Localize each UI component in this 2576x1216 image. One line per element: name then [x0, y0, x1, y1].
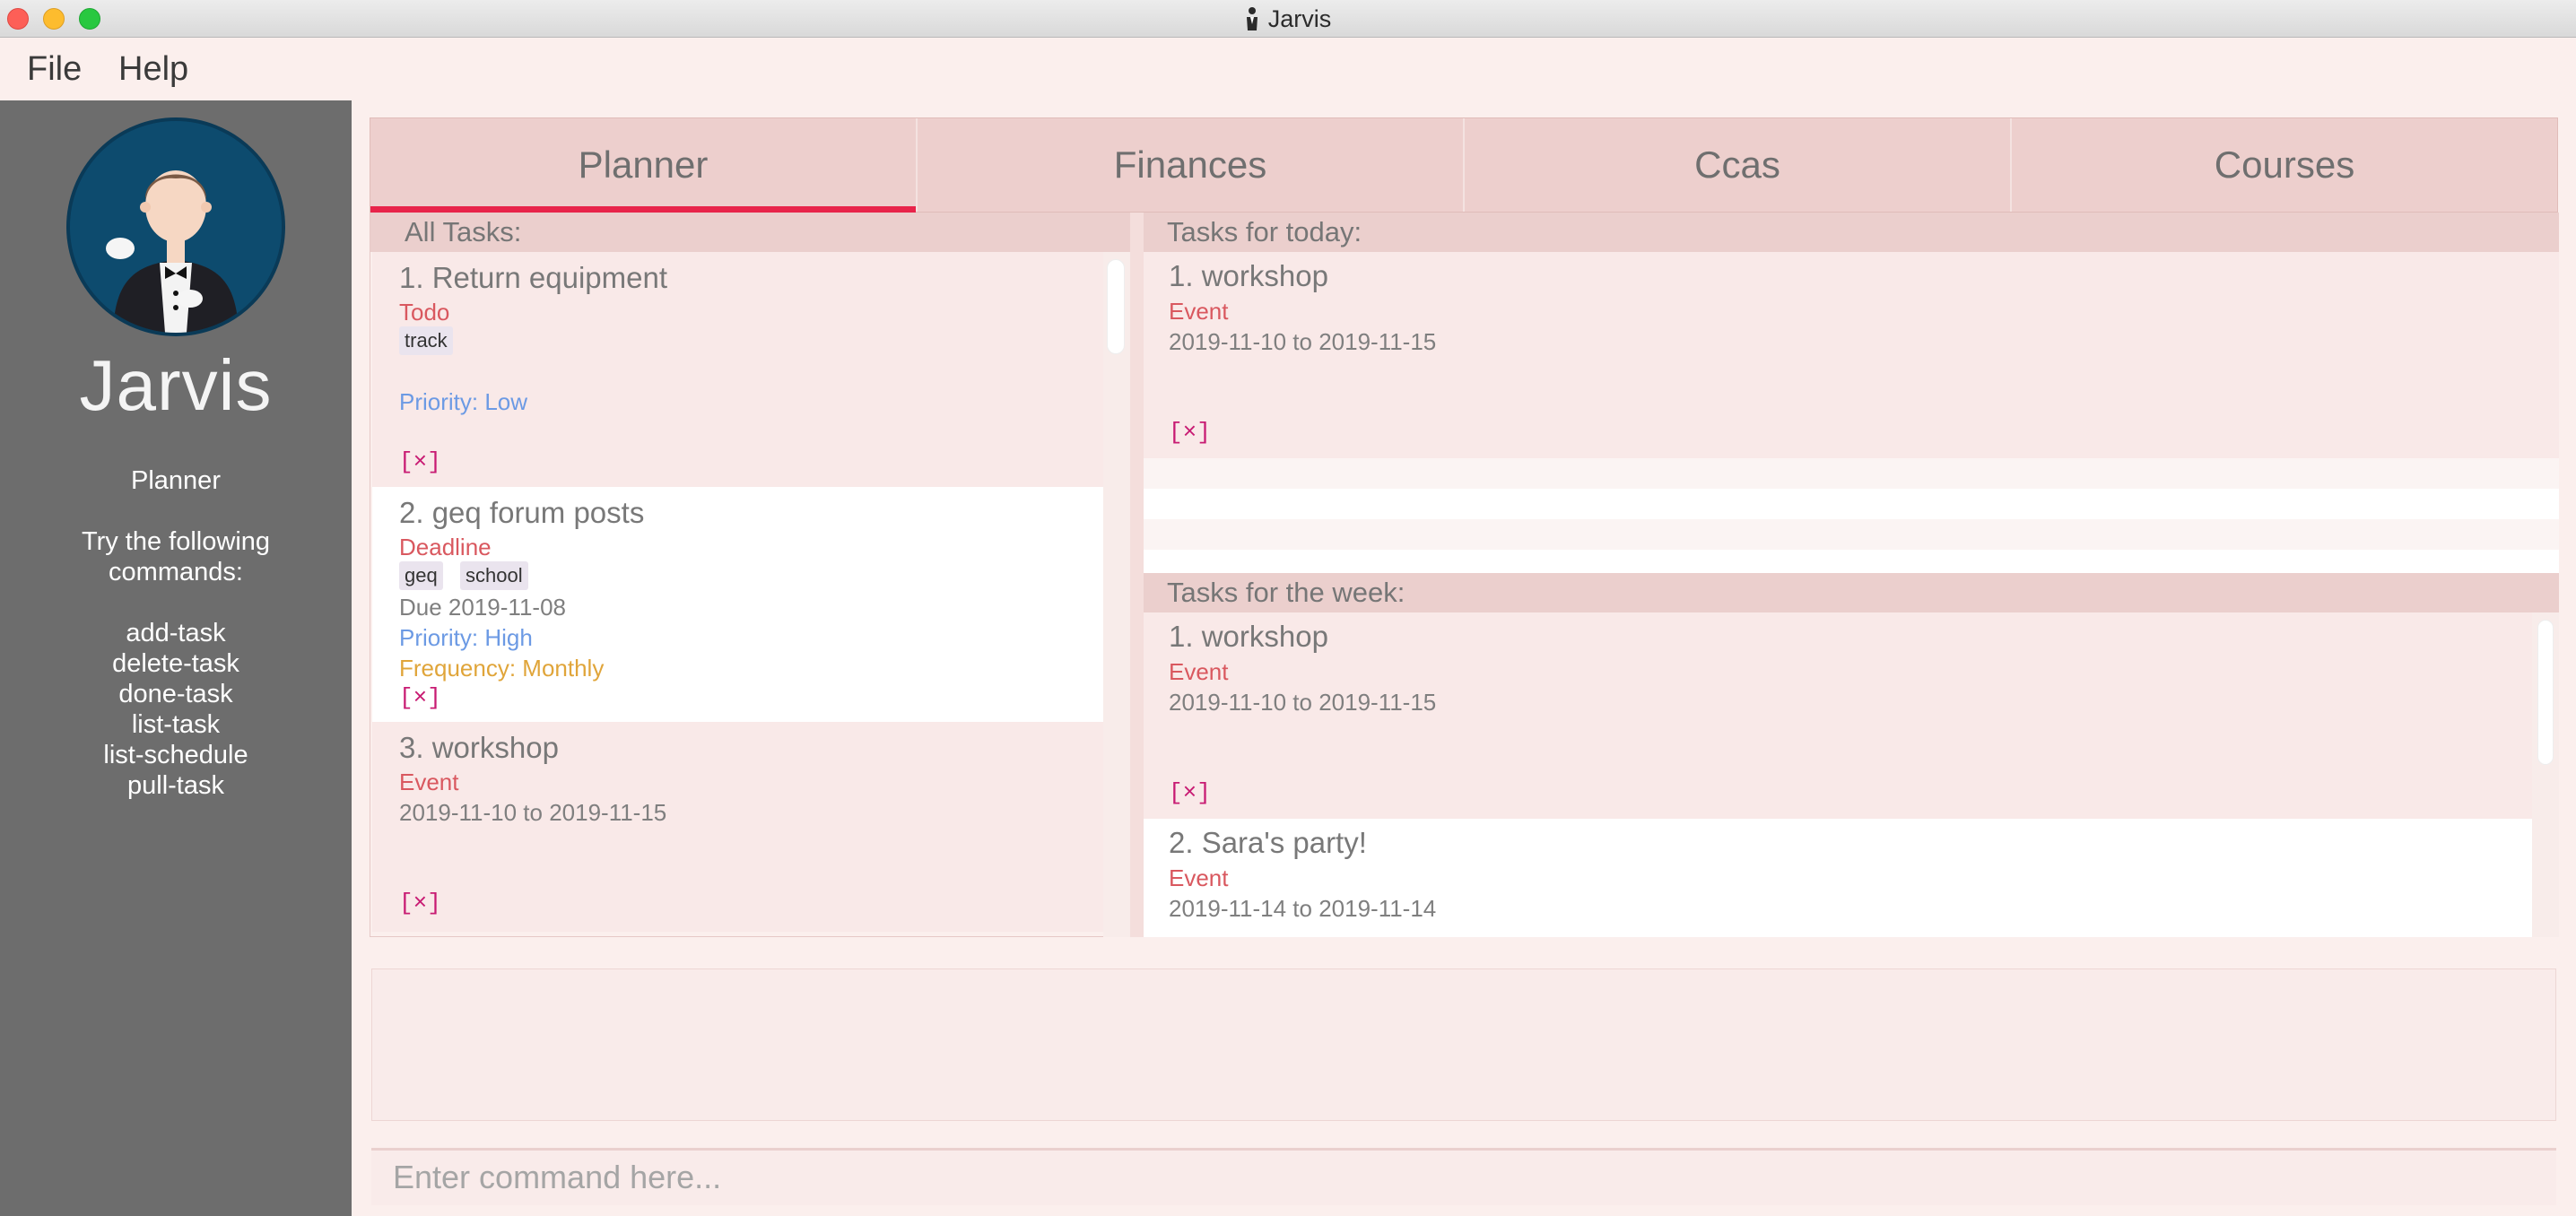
- week-scrollbar[interactable]: [2532, 612, 2559, 937]
- week-header: Tasks for the week:: [1144, 573, 2559, 612]
- tab-bar: Planner Finances Ccas Courses: [370, 117, 2558, 213]
- tab-courses[interactable]: Courses: [2012, 118, 2557, 212]
- task-dates: 2019-11-10 to 2019-11-15: [399, 799, 667, 826]
- tab-planner[interactable]: Planner: [370, 118, 918, 213]
- task-card[interactable]: 1. workshop Event 2019-11-10 to 2019-11-…: [1144, 252, 2559, 458]
- task-dates: 2019-11-10 to 2019-11-15: [1169, 689, 1437, 716]
- task-title: 2. geq forum posts: [399, 496, 645, 529]
- task-priority: Priority: Low: [399, 388, 528, 415]
- empty-row: [1144, 458, 2559, 489]
- empty-row: [1144, 519, 2559, 550]
- task-close-button[interactable]: [×]: [399, 448, 441, 475]
- butler-icon: [1246, 7, 1258, 30]
- task-type: Event: [1169, 658, 1229, 685]
- command-hint-delete-task: delete-task: [112, 649, 239, 678]
- task-card[interactable]: 3. workshop Event 2019-11-10 to 2019-11-…: [372, 722, 1103, 932]
- task-tag: school: [460, 561, 528, 590]
- tab-finances[interactable]: Finances: [918, 118, 1465, 212]
- task-frequency: Frequency: Monthly: [399, 655, 605, 682]
- task-type: Event: [399, 769, 459, 795]
- task-title: 1. workshop: [1169, 620, 1328, 653]
- app-name: Jarvis: [79, 345, 273, 425]
- butler-icon: [70, 121, 282, 333]
- menu-file[interactable]: File: [27, 50, 82, 89]
- all-tasks-scrollbar[interactable]: [1103, 252, 1130, 937]
- result-display: [371, 968, 2556, 1121]
- task-close-button[interactable]: [×]: [399, 684, 441, 711]
- task-title: 1. workshop: [1169, 259, 1328, 292]
- all-tasks-panel: All Tasks: 1. Return equipment Todo trac…: [370, 213, 1130, 937]
- task-title: 2. Sara's party!: [1169, 826, 1367, 859]
- command-hint-done-task: done-task: [118, 680, 233, 708]
- title-bar: Jarvis: [0, 0, 2576, 38]
- window-title: Jarvis: [1267, 4, 1332, 32]
- command-hint-list-task: list-task: [131, 710, 221, 739]
- all-tasks-header: All Tasks:: [370, 213, 1130, 252]
- tab-ccas[interactable]: Ccas: [1465, 118, 2012, 212]
- task-close-button[interactable]: [×]: [1169, 779, 1211, 806]
- planner-content: All Tasks: 1. Return equipment Todo trac…: [370, 213, 2559, 937]
- menu-bar: File Help: [0, 38, 2576, 100]
- command-hint-pull-task: pull-task: [127, 771, 224, 800]
- task-tag: geq: [399, 561, 443, 590]
- hint-line-1: Try the following: [81, 527, 271, 556]
- empty-row: [1144, 489, 2559, 519]
- task-dates: 2019-11-14 to 2019-11-14: [1169, 895, 1437, 922]
- sidebar: Jarvis Planner Try the following command…: [0, 100, 352, 1216]
- task-type: Event: [1169, 864, 1229, 891]
- task-card[interactable]: 2. geq forum posts Deadline geq school D…: [372, 487, 1103, 722]
- week-scroll-thumb[interactable]: [2537, 620, 2554, 765]
- menu-help[interactable]: Help: [118, 50, 188, 89]
- all-tasks-scroll-thumb[interactable]: [1107, 259, 1125, 354]
- task-type: Event: [1169, 298, 1229, 325]
- hint-line-2: commands:: [109, 558, 243, 586]
- task-card[interactable]: 1. Return equipment Todo track Priority:…: [372, 252, 1103, 487]
- schedule-panel: Tasks for today: 1. workshop Event 2019-…: [1144, 213, 2559, 937]
- today-header: Tasks for today:: [1144, 213, 2559, 252]
- jarvis-avatar: [66, 117, 285, 336]
- empty-row: [1144, 550, 2559, 573]
- command-hint-list-schedule: list-schedule: [103, 741, 248, 769]
- task-tag: track: [399, 326, 453, 355]
- task-type: Deadline: [399, 534, 492, 560]
- task-title: 3. workshop: [399, 731, 559, 764]
- sidebar-section: Planner: [131, 466, 221, 495]
- task-close-button[interactable]: [×]: [1169, 419, 1211, 446]
- task-title: 1. Return equipment: [399, 261, 668, 294]
- task-due-date: Due 2019-11-08: [399, 594, 566, 621]
- task-card[interactable]: 1. workshop Event 2019-11-10 to 2019-11-…: [1144, 612, 2532, 819]
- command-hint-add-task: add-task: [126, 619, 226, 647]
- task-type: Todo: [399, 299, 450, 326]
- command-input[interactable]: Enter command here...: [371, 1148, 2556, 1205]
- task-dates: 2019-11-10 to 2019-11-15: [1169, 328, 1437, 355]
- task-priority: Priority: High: [399, 624, 533, 651]
- task-card[interactable]: 2. Sara's party! Event 2019-11-14 to 201…: [1144, 819, 2532, 937]
- task-close-button[interactable]: [×]: [399, 890, 441, 916]
